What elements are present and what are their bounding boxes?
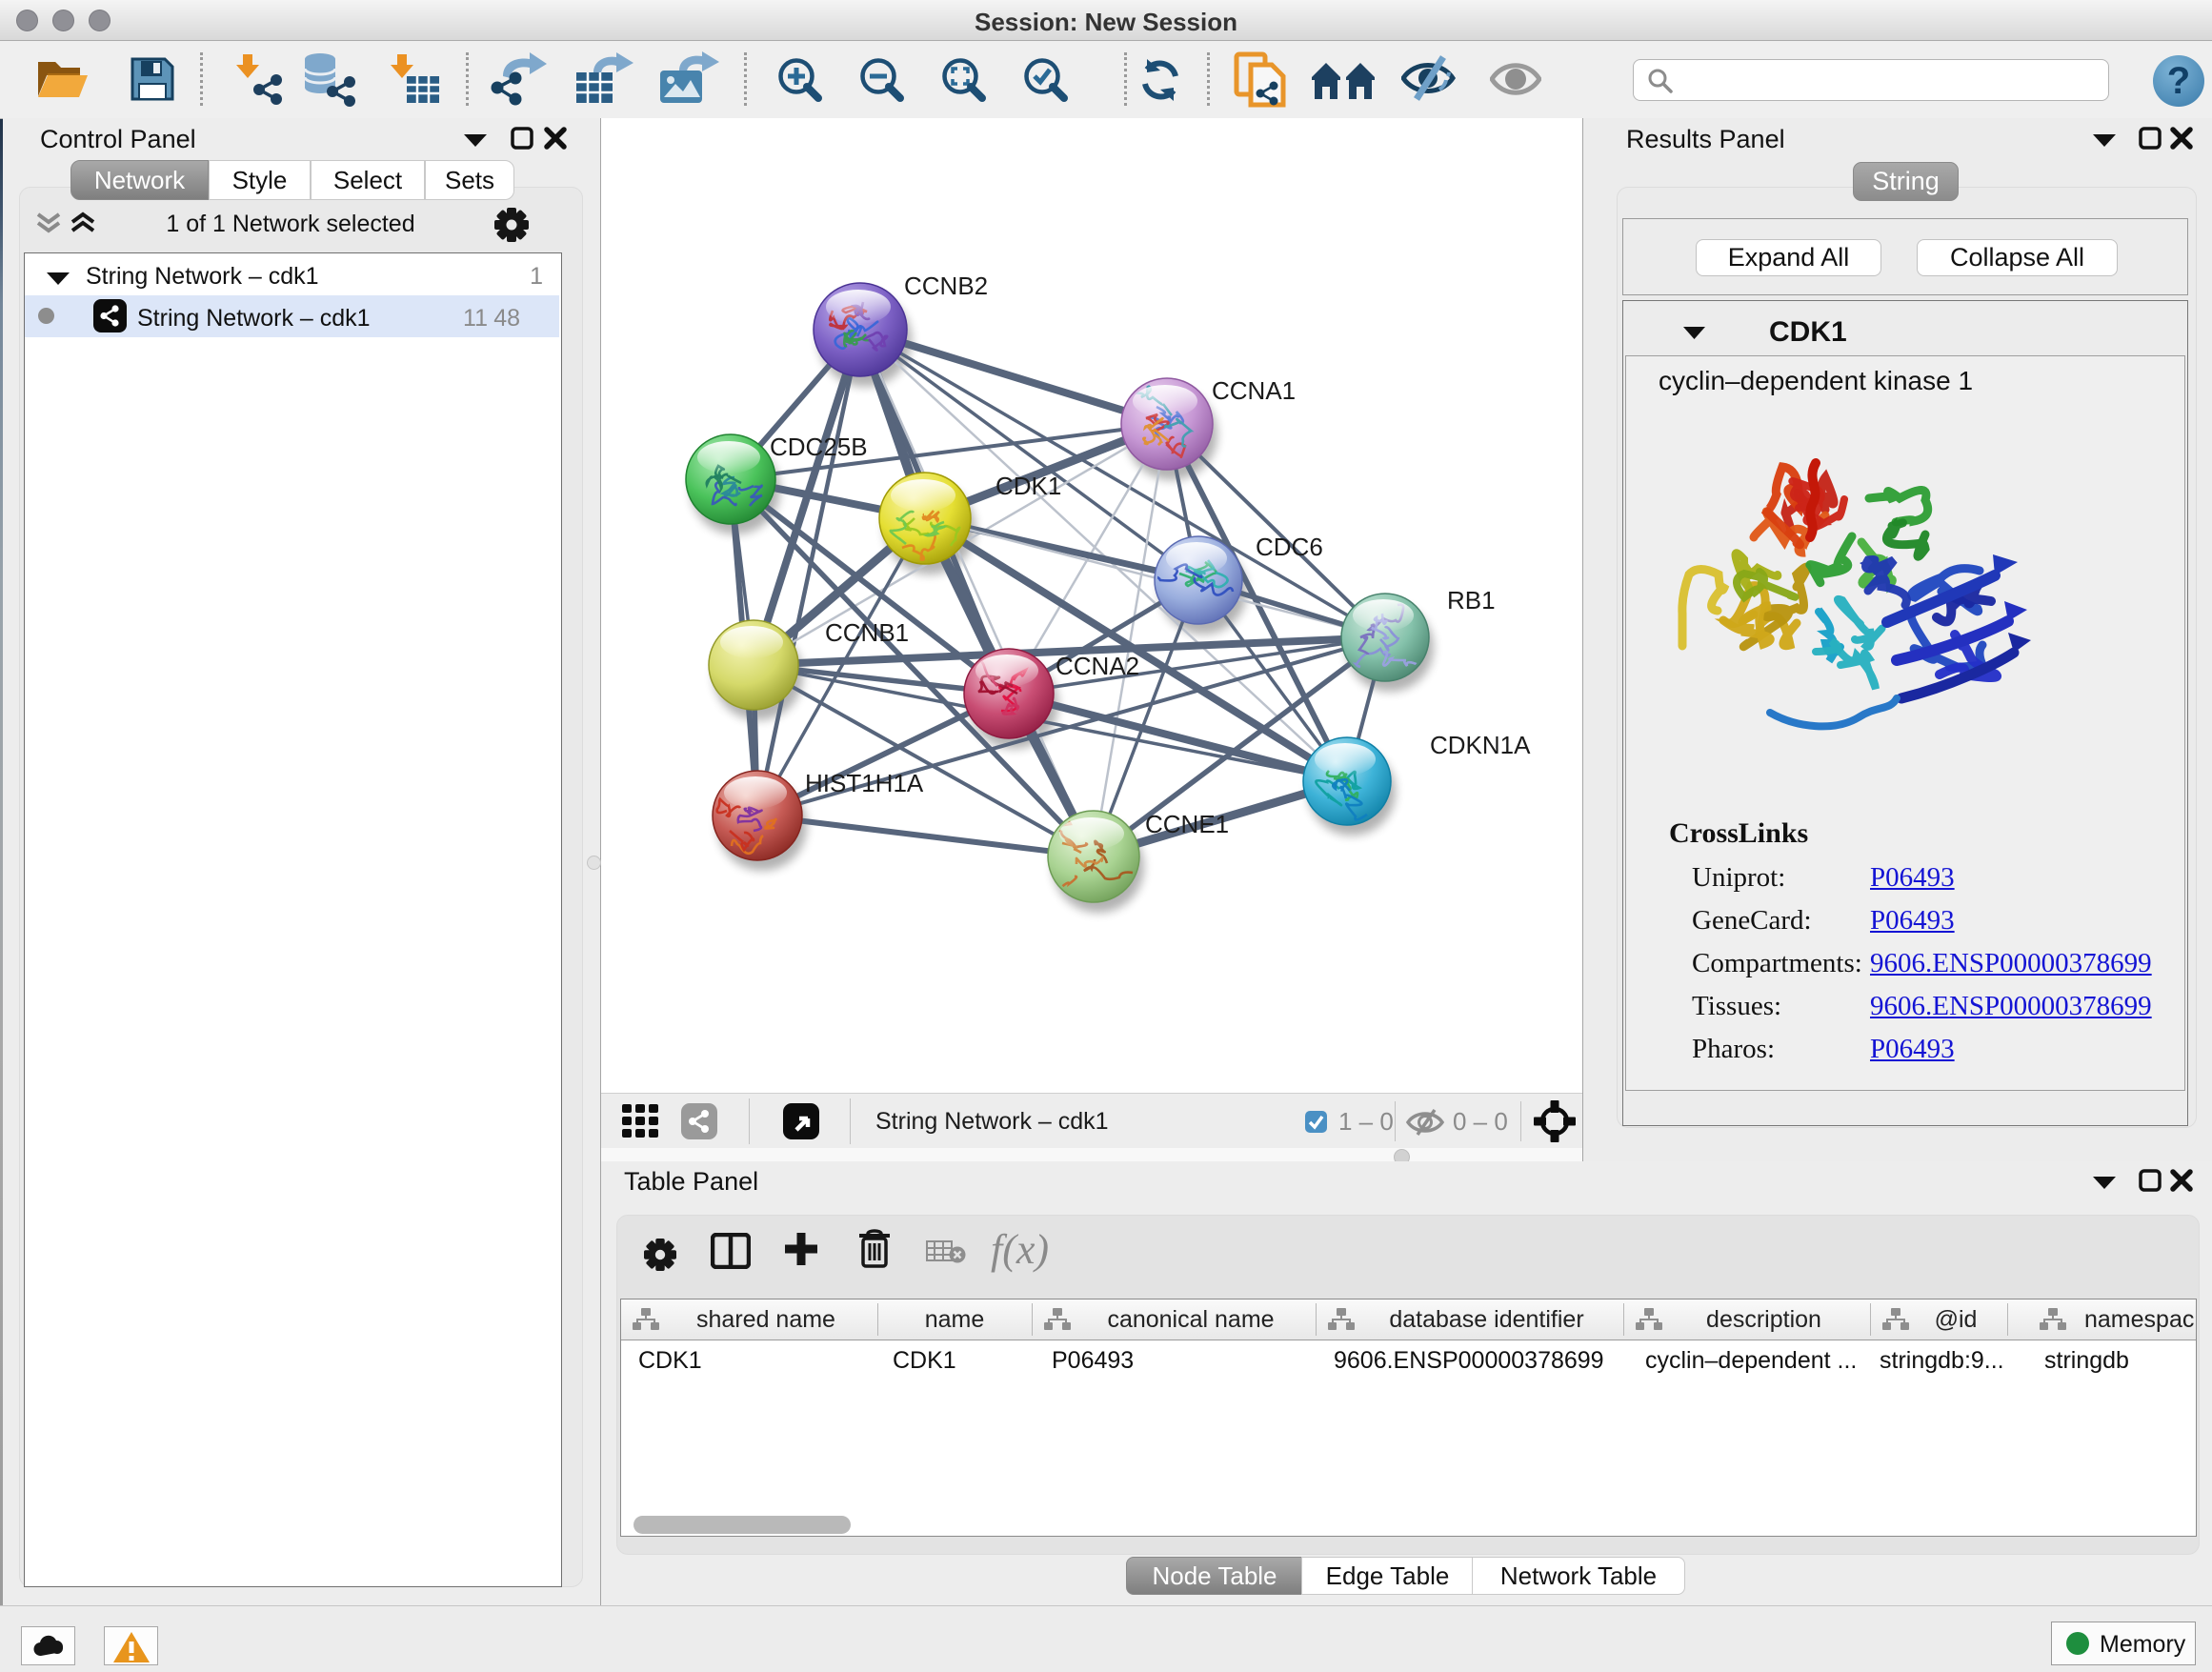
svg-text:CCNE1: CCNE1 <box>1145 810 1229 838</box>
svg-text:HIST1H1A: HIST1H1A <box>805 769 924 797</box>
svg-text:CDKN1A: CDKN1A <box>1430 731 1531 759</box>
svg-text:CDC25B: CDC25B <box>770 433 868 461</box>
svg-text:CCNA2: CCNA2 <box>1056 652 1139 680</box>
svg-text:RB1: RB1 <box>1447 586 1496 614</box>
svg-text:CCNB1: CCNB1 <box>825 618 909 647</box>
svg-text:CDK1: CDK1 <box>995 472 1061 500</box>
svg-text:CCNB2: CCNB2 <box>904 272 988 300</box>
svg-text:CDC6: CDC6 <box>1256 533 1323 561</box>
svg-text:?: ? <box>2167 60 2190 102</box>
svg-text:CCNA1: CCNA1 <box>1212 376 1296 405</box>
